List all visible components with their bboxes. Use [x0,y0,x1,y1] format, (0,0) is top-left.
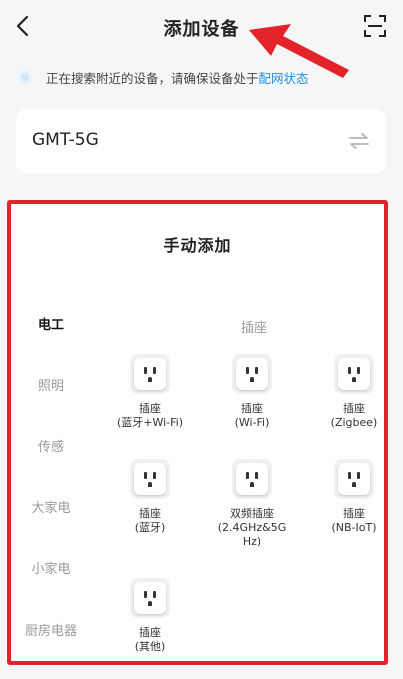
category-electrician[interactable]: 电工 [11,314,91,333]
device-socket-wifi[interactable]: 插座 (Wi-Fi) [202,354,302,430]
category-lighting[interactable]: 照明 [11,375,91,394]
category-small-appliance[interactable]: 小家电 [11,558,91,577]
device-name: 插座 (Zigbee) [330,402,378,429]
socket-icon [334,459,374,499]
manual-add-panel: 手动添加 电工 照明 传感 大家电 小家电 厨房电器 插座 插座 (蓝牙+Wi-F… [7,200,388,665]
pairing-mode-link[interactable]: 配网状态 [259,68,309,87]
socket-icon [130,354,170,394]
device-name: 插座 (Wi-Fi) [234,402,270,429]
scan-icon[interactable] [363,14,387,38]
wifi-card[interactable]: GMT-5G [16,109,386,173]
swap-icon[interactable] [348,131,370,151]
category-kitchen-appliance[interactable]: 厨房电器 [11,620,91,639]
device-name: 插座 (蓝牙) [134,507,166,534]
hint-text: 正在搜索附近的设备，请确保设备处于 [46,70,259,86]
socket-icon [130,578,170,618]
device-socket-nb-iot[interactable]: 插座 (NB-IoT) [304,459,403,535]
device-socket-bt[interactable]: 插座 (蓝牙) [100,459,200,535]
device-socket-zigbee[interactable]: 插座 (Zigbee) [304,354,403,430]
socket-icon [334,354,374,394]
manual-add-heading: 手动添加 [163,236,232,255]
socket-icon [232,459,272,499]
device-name: 插座 (其他) [134,626,166,653]
socket-icon [130,459,170,499]
device-socket-other[interactable]: 插座 (其他) [100,578,200,654]
section-title-socket: 插座 [241,321,268,336]
category-sensor[interactable]: 传感 [11,436,91,455]
device-name: 插座 (NB-IoT) [331,507,377,534]
socket-icon [232,354,272,394]
device-name: 双频插座 (2.4GHz&5G Hz) [217,507,287,548]
category-large-appliance[interactable]: 大家电 [11,497,91,516]
searching-indicator-icon [18,70,32,84]
search-hint: 正在搜索附近的设备，请确保设备处于 配网状态 [18,66,309,88]
wifi-ssid: GMT-5G [32,130,99,150]
device-socket-bt-wifi[interactable]: 插座 (蓝牙+Wi-Fi) [100,354,200,430]
device-dual-band-socket[interactable]: 双频插座 (2.4GHz&5G Hz) [202,459,302,549]
device-name: 插座 (蓝牙+Wi-Fi) [116,402,184,429]
